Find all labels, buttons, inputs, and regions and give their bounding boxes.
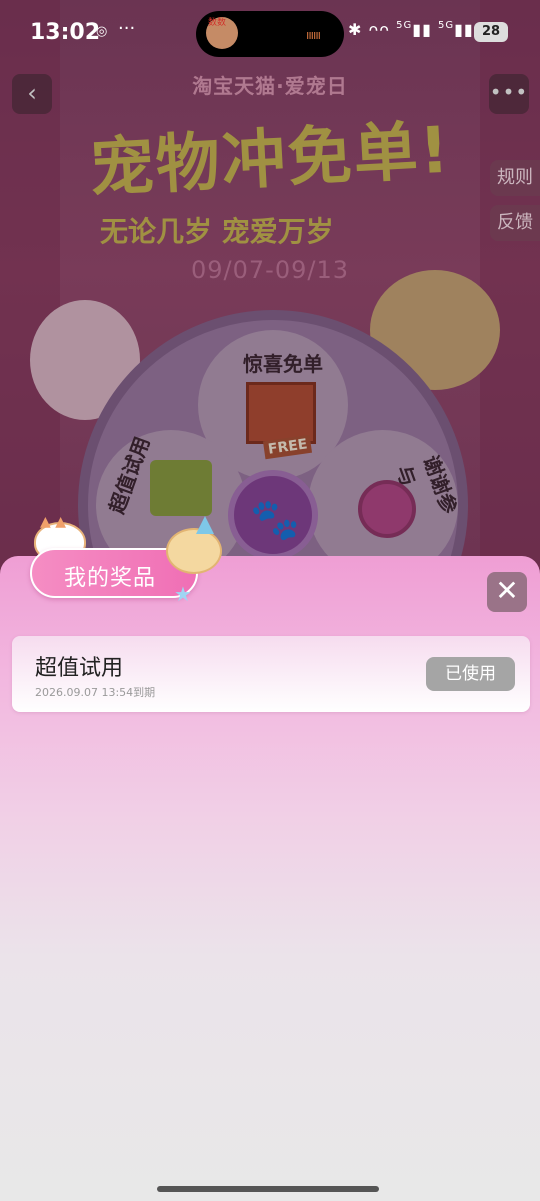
notification-icon: ◎ [96,24,108,39]
status-bar: 13:02 ◎ ··· 数数 ıııııı ✱ ᴖᴖ 5G▮▮ 5G▮▮ 28 [0,0,540,66]
network-label-1: 5G [396,20,413,31]
dynamic-island: 数数 ıııııı [196,11,344,57]
used-status-button[interactable]: 已使用 [426,657,515,691]
status-right-icons: ✱ ᴖᴖ 5G▮▮ 5G▮▮ [348,20,474,39]
bluetooth-icon: ✱ [348,20,363,39]
prize-name: 超值试用 [35,656,124,681]
sheet-title: 我的奖品 [64,566,157,591]
signal-icon: ▮▮ [412,20,432,39]
prize-expiry: 2026.09.07 13:54到期 [35,686,156,699]
cat-ear-decoration: ▲ ▲ [40,514,66,530]
island-label: 数数 [208,18,227,28]
network-label-2: 5G [438,20,455,31]
earbuds-icon: ᴖᴖ [368,20,391,39]
party-hat-decoration [196,516,214,534]
home-indicator[interactable] [157,1186,379,1192]
signal-icon-2: ▮▮ [454,20,474,39]
audio-wave-icon: ıııııı [306,28,321,42]
close-button[interactable]: ✕ [487,572,527,612]
status-more-icon: ··· [118,18,136,39]
modal-dim-overlay[interactable] [0,0,540,600]
star-icon: ★ [174,582,192,606]
dog-sticker [166,528,222,574]
status-time: 13:02 [30,20,101,45]
prize-card[interactable]: 超值试用 2026.09.07 13:54到期 已使用 [12,636,530,712]
close-icon: ✕ [495,574,519,607]
battery-indicator: 28 [474,22,508,42]
